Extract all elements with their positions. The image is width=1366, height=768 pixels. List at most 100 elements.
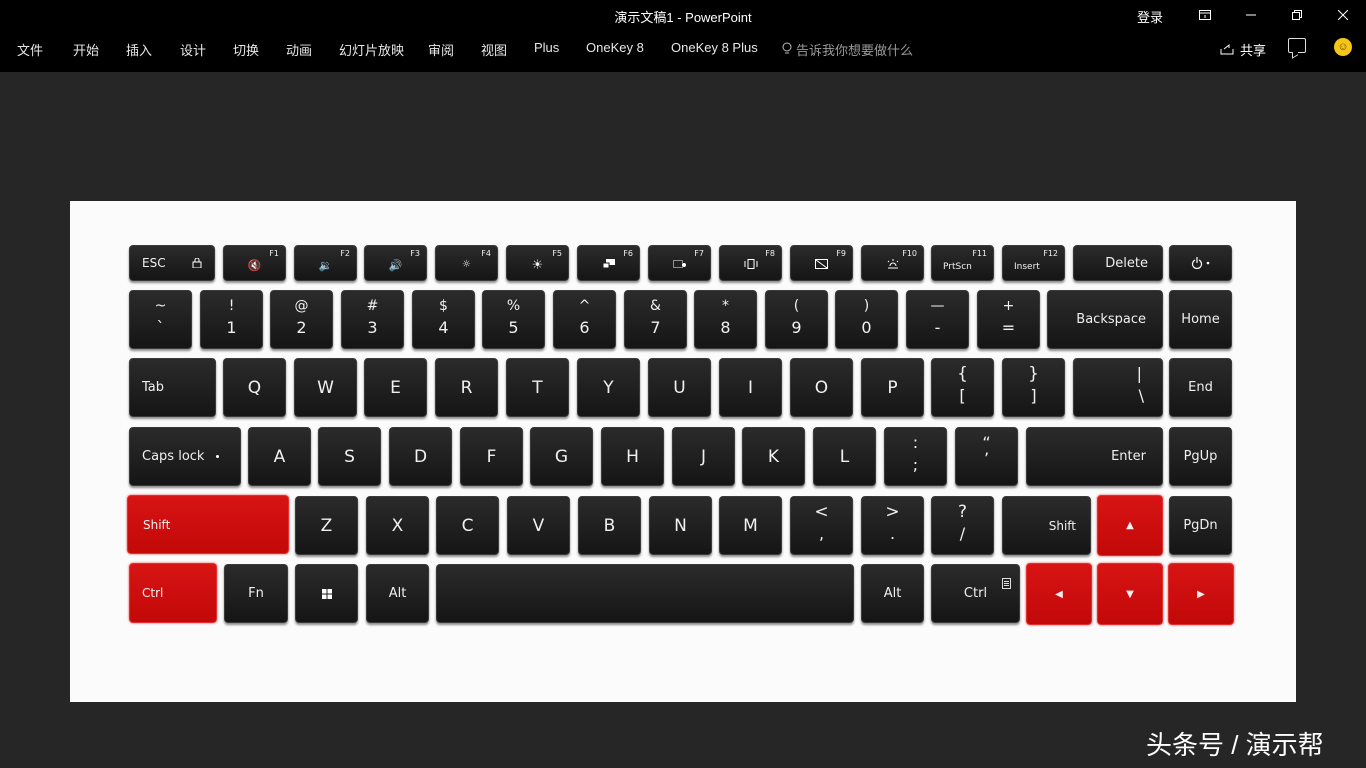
key-r: R (435, 358, 498, 417)
key-label-bottom: 1 (226, 318, 237, 337)
key-label: L (839, 446, 850, 467)
key-shift-right-label: Shift (1048, 518, 1076, 533)
key-prtscn-label: PrtScn (943, 262, 972, 272)
projection-icon (720, 259, 781, 269)
key-f5-label: F5 (552, 249, 562, 258)
key-1: ! 1 (200, 290, 263, 349)
key-label: F (486, 446, 497, 467)
tell-me-search[interactable]: 告诉我你想要做什么 (782, 40, 913, 59)
key-f4-label: F4 (481, 249, 491, 258)
key-t: T (506, 358, 569, 417)
key-w: W (294, 358, 357, 417)
key-quote: “’ (955, 427, 1018, 486)
key-capslock: Caps lock (129, 427, 241, 486)
key-shift-left-label: Shift (143, 517, 171, 532)
key-f2: F2 🔉 (294, 245, 357, 281)
tab-onekey8[interactable]: OneKey 8 (586, 40, 644, 55)
key-j: J (672, 427, 735, 486)
brightness-down-icon: ☼ (462, 259, 471, 270)
key-q: Q (223, 358, 286, 417)
key-9: (9 (765, 290, 828, 349)
key-capslock-label: Caps lock (142, 428, 220, 485)
tab-home[interactable]: 开始 (73, 40, 99, 59)
minimize-icon[interactable] (1228, 0, 1274, 30)
key-label-top: : (912, 433, 919, 452)
tab-animations[interactable]: 动画 (286, 40, 312, 59)
key-e: E (364, 358, 427, 417)
key-backspace: Backspace (1047, 290, 1163, 349)
key-f: F (460, 427, 523, 486)
keyboard-backlight-icon (649, 259, 710, 269)
login-link[interactable]: 登录 (1137, 7, 1163, 26)
key-label-top: + (1002, 298, 1015, 314)
key-label-top: % (506, 298, 521, 314)
key-label-top: ! (228, 298, 235, 314)
key-f9-label: F9 (836, 249, 846, 258)
tab-review[interactable]: 审阅 (428, 40, 454, 59)
lock-icon (192, 246, 202, 280)
key-tab: Tab (129, 358, 216, 417)
key-label: G (554, 446, 569, 467)
key-3: #3 (341, 290, 404, 349)
key-label: J (700, 446, 706, 467)
key-backslash: | \ (1073, 358, 1163, 417)
key-alt-right-label: Alt (883, 586, 902, 601)
tab-design[interactable]: 设计 (180, 40, 206, 59)
key-home: Home (1169, 290, 1232, 349)
key-label: Z (320, 515, 333, 536)
key-h: H (601, 427, 664, 486)
slide-canvas[interactable]: ESC F1 🔇 F2 🔉 F3 🔊 F4 ☼ F5 ☀ F6 F7 F8 F9… (70, 201, 1296, 702)
key-s: S (318, 427, 381, 486)
key-f7-label: F7 (694, 249, 704, 258)
key-y: Y (577, 358, 640, 417)
key-backspace-label: Backspace (1076, 312, 1146, 327)
key-8: * 8 (694, 290, 757, 349)
key-label-bottom: ’ (983, 449, 990, 468)
close-icon[interactable] (1320, 0, 1366, 30)
key-label-top: — (930, 298, 945, 314)
key-p: P (861, 358, 924, 417)
key-label: I (747, 377, 753, 398)
ribbon: 文件 开始 插入 设计 切换 动画 幻灯片放映 审阅 视图 Plus OneKe… (0, 30, 1366, 72)
key-label-top: | (1136, 364, 1142, 383)
key-label-top: ^ (578, 298, 591, 314)
key-label-bottom: 6 (579, 318, 590, 337)
key-z: Z (295, 496, 358, 555)
key-label-bottom: 2 (296, 318, 307, 337)
restore-icon[interactable] (1274, 0, 1320, 30)
tab-transitions[interactable]: 切换 (233, 40, 259, 59)
key-v: V (507, 496, 570, 555)
key-f11: F11 PrtScn (931, 245, 994, 281)
key-pgup: PgUp (1169, 427, 1232, 486)
key-label-bottom: ` (156, 318, 165, 337)
key-f10: F10 (861, 245, 924, 281)
key-x: X (366, 496, 429, 555)
key-backtick: ~ ` (129, 290, 192, 349)
tab-insert[interactable]: 插入 (126, 40, 152, 59)
tab-plus[interactable]: Plus (534, 40, 559, 55)
key-5: % 5 (482, 290, 545, 349)
volume-down-icon: 🔉 (318, 259, 333, 272)
key-enter: Enter (1026, 427, 1163, 486)
touchpad-off-icon (791, 259, 852, 269)
feedback-smiley-icon[interactable]: ☺ (1334, 38, 1352, 56)
key-end: End (1169, 358, 1232, 417)
tab-slideshow[interactable]: 幻灯片放映 (339, 40, 404, 59)
tab-onekey8plus[interactable]: OneKey 8 Plus (671, 40, 758, 55)
tab-file[interactable]: 文件 (17, 40, 43, 59)
key-alt-right: Alt (861, 564, 924, 623)
menu-icon (1002, 574, 1011, 593)
ribbon-display-options-icon[interactable] (1182, 0, 1228, 30)
key-arrow-up: ▲ (1097, 495, 1163, 556)
tab-view[interactable]: 视图 (481, 40, 507, 59)
share-button[interactable]: 共享 (1220, 40, 1266, 59)
key-label-top: > (885, 502, 900, 522)
key-label-top: ) (863, 298, 870, 314)
comment-icon[interactable] (1288, 38, 1306, 53)
key-comma: <, (790, 496, 853, 555)
key-f8: F8 (719, 245, 782, 281)
key-bracket-right: }] (1002, 358, 1065, 417)
key-label-bottom: \ (1138, 386, 1144, 405)
key-period: >. (861, 496, 924, 555)
key-f6-label: F6 (623, 249, 633, 258)
